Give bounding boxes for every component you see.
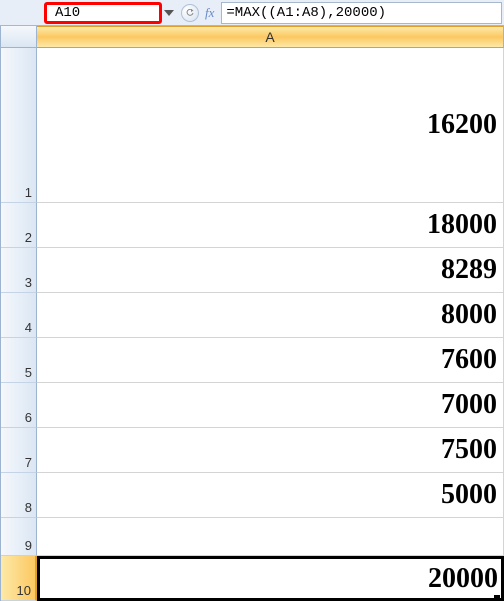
fill-handle[interactable] [494,595,500,601]
cell-A10[interactable]: 20000 [37,556,504,601]
undo-icon [186,9,194,17]
row-header-3[interactable]: 3 [1,248,37,293]
cell-A9[interactable] [37,518,504,556]
name-box-dropdown[interactable] [160,2,178,24]
row-header-7[interactable]: 7 [1,428,37,473]
cell-A5[interactable]: 7600 [37,338,504,383]
spreadsheet-grid: A 11620021800038289480005760067000775008… [0,26,504,601]
name-box[interactable]: A10 [44,2,162,24]
formula-bar: A10 fx =MAX((A1:A8),20000) [0,0,504,26]
column-header-A[interactable]: A [37,26,504,48]
row-header-6[interactable]: 6 [1,383,37,428]
row-header-5[interactable]: 5 [1,338,37,383]
row-header-9[interactable]: 9 [1,518,37,556]
row-header-4[interactable]: 4 [1,293,37,338]
chevron-down-icon [164,10,174,16]
row-header-8[interactable]: 8 [1,473,37,518]
formula-controls: fx [178,4,221,22]
cell-A1[interactable]: 16200 [37,48,504,203]
fx-label[interactable]: fx [201,5,218,21]
cell-A7[interactable]: 7500 [37,428,504,473]
row-header-10[interactable]: 10 [1,556,37,601]
cell-A4[interactable]: 8000 [37,293,504,338]
cell-A8[interactable]: 5000 [37,473,504,518]
name-box-value: A10 [55,5,80,21]
formula-input[interactable]: =MAX((A1:A8),20000) [221,2,502,24]
cancel-button[interactable] [181,4,199,22]
cell-A6[interactable]: 7000 [37,383,504,428]
cell-A3[interactable]: 8289 [37,248,504,293]
row-header-2[interactable]: 2 [1,203,37,248]
select-all-corner[interactable] [1,26,37,48]
formula-text: =MAX((A1:A8),20000) [226,5,386,21]
row-header-1[interactable]: 1 [1,48,37,203]
cell-A2[interactable]: 18000 [37,203,504,248]
